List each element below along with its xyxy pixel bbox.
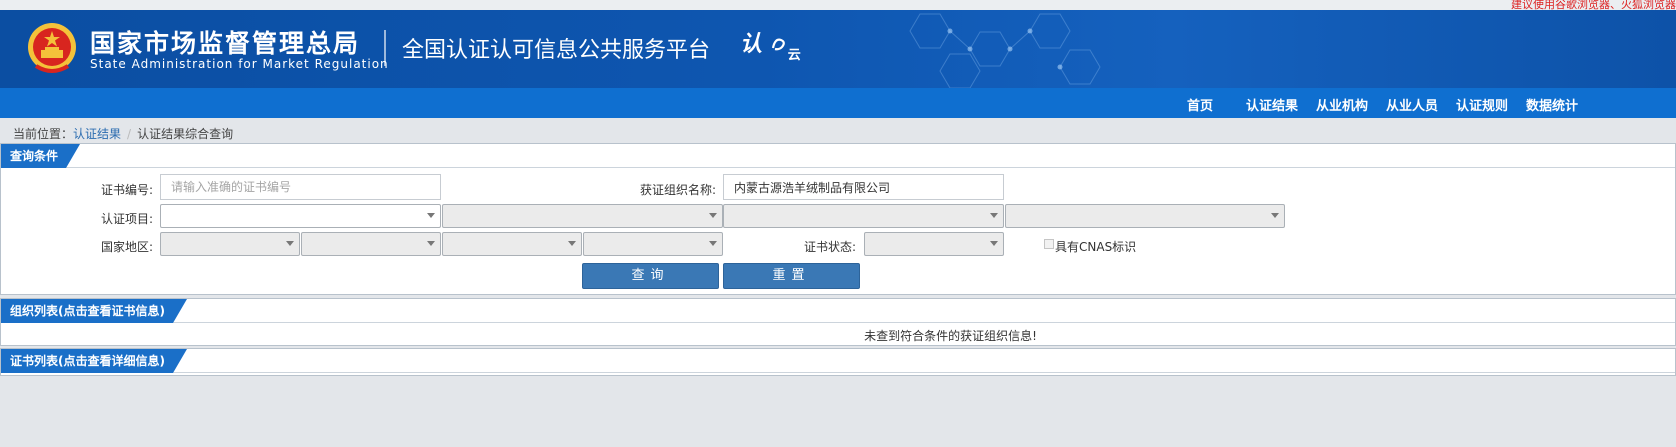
logo-text: 认 bbox=[740, 32, 763, 57]
region-select-4[interactable] bbox=[583, 232, 723, 256]
breadcrumb-link[interactable]: 认证结果 bbox=[73, 127, 121, 141]
status-select[interactable] bbox=[864, 232, 1004, 256]
agency-title-en: State Administration for Market Regulati… bbox=[90, 57, 389, 71]
cert-list-panel: 证书列表(点击查看详细信息) bbox=[0, 348, 1676, 376]
nav-rules[interactable]: 认证规则 bbox=[1456, 95, 1508, 114]
nav-statistics[interactable]: 数据统计 bbox=[1526, 95, 1578, 114]
org-list-tab: 组织列表(点击查看证书信息) bbox=[1, 299, 187, 323]
org-name-label: 获证组织名称: bbox=[639, 183, 716, 197]
status-label: 证书状态: bbox=[803, 240, 856, 254]
header-divider bbox=[384, 30, 386, 66]
breadcrumb-current: 认证结果综合查询 bbox=[137, 127, 234, 141]
region-select-3[interactable] bbox=[442, 232, 582, 256]
project-select-3[interactable] bbox=[723, 204, 1004, 228]
reset-button[interactable]: 重置 bbox=[723, 263, 860, 289]
org-name-input[interactable] bbox=[723, 174, 1004, 200]
breadcrumb-separator: / bbox=[127, 127, 132, 141]
org-list-panel: 组织列表(点击查看证书信息) 未查到符合条件的获证组织信息! bbox=[0, 298, 1676, 346]
breadcrumb: 当前位置：认证结果 / 认证结果综合查询 bbox=[13, 125, 233, 142]
query-tab: 查询条件 bbox=[1, 144, 80, 168]
agency-title-cn: 国家市场监督管理总局 bbox=[90, 29, 361, 58]
project-select-4[interactable] bbox=[1005, 204, 1285, 228]
cert-no-label: 证书编号: bbox=[100, 183, 153, 197]
chevron-down-icon bbox=[1271, 213, 1279, 218]
top-strip: 建议使用谷歌浏览器、火狐浏览器 bbox=[0, 0, 1676, 10]
query-panel: 查询条件 证书编号: 获证组织名称: 认证项目: 国家地区: 证书状态: 具有C… bbox=[0, 143, 1676, 295]
chevron-down-icon bbox=[568, 241, 576, 246]
nav-personnel[interactable]: 从业人员 bbox=[1386, 95, 1438, 114]
region-select-2[interactable] bbox=[301, 232, 441, 256]
project-select-1[interactable] bbox=[160, 204, 441, 228]
platform-title: 全国认证认可信息公共服务平台 bbox=[402, 38, 711, 63]
cnas-checkbox[interactable] bbox=[1044, 239, 1054, 249]
renyun-logo: 认 云 bbox=[740, 26, 801, 63]
chevron-down-icon bbox=[427, 241, 435, 246]
search-button[interactable]: 查询 bbox=[582, 263, 719, 289]
nav-home[interactable]: 首页 bbox=[1187, 95, 1213, 114]
org-list-header: 组织列表(点击查看证书信息) bbox=[1, 299, 1675, 323]
browser-hint: 建议使用谷歌浏览器、火狐浏览器 bbox=[1511, 0, 1676, 10]
hexagon-pattern bbox=[909, 13, 1101, 88]
chevron-down-icon bbox=[286, 241, 294, 246]
project-label: 认证项目: bbox=[100, 212, 153, 226]
site-header: 国家市场监督管理总局 State Administration for Mark… bbox=[0, 10, 1676, 88]
national-emblem-icon bbox=[28, 23, 76, 73]
nav-cert-results[interactable]: 认证结果 bbox=[1246, 95, 1298, 114]
breadcrumb-prefix: 当前位置： bbox=[13, 127, 74, 141]
region-select-1[interactable] bbox=[160, 232, 300, 256]
chevron-down-icon bbox=[709, 241, 717, 246]
cert-list-tab: 证书列表(点击查看详细信息) bbox=[1, 349, 187, 373]
main-nav: 首页 认证结果 从业机构 从业人员 认证规则 数据统计 bbox=[0, 88, 1676, 118]
cert-no-input[interactable] bbox=[160, 174, 441, 200]
chevron-down-icon bbox=[709, 213, 717, 218]
logo-sub-text: 云 bbox=[787, 48, 801, 63]
chevron-down-icon bbox=[990, 241, 998, 246]
project-select-2[interactable] bbox=[442, 204, 723, 228]
nav-institutions[interactable]: 从业机构 bbox=[1316, 95, 1368, 114]
cert-list-header: 证书列表(点击查看详细信息) bbox=[1, 349, 1675, 373]
chevron-down-icon bbox=[990, 213, 998, 218]
chevron-down-icon bbox=[427, 213, 435, 218]
query-panel-header: 查询条件 bbox=[1, 144, 1675, 168]
logo-swirl-icon bbox=[771, 38, 785, 51]
region-label: 国家地区: bbox=[100, 240, 153, 254]
org-list-empty-message: 未查到符合条件的获证组织信息! bbox=[864, 329, 1037, 343]
cnas-label: 具有CNAS标识 bbox=[1055, 240, 1137, 254]
